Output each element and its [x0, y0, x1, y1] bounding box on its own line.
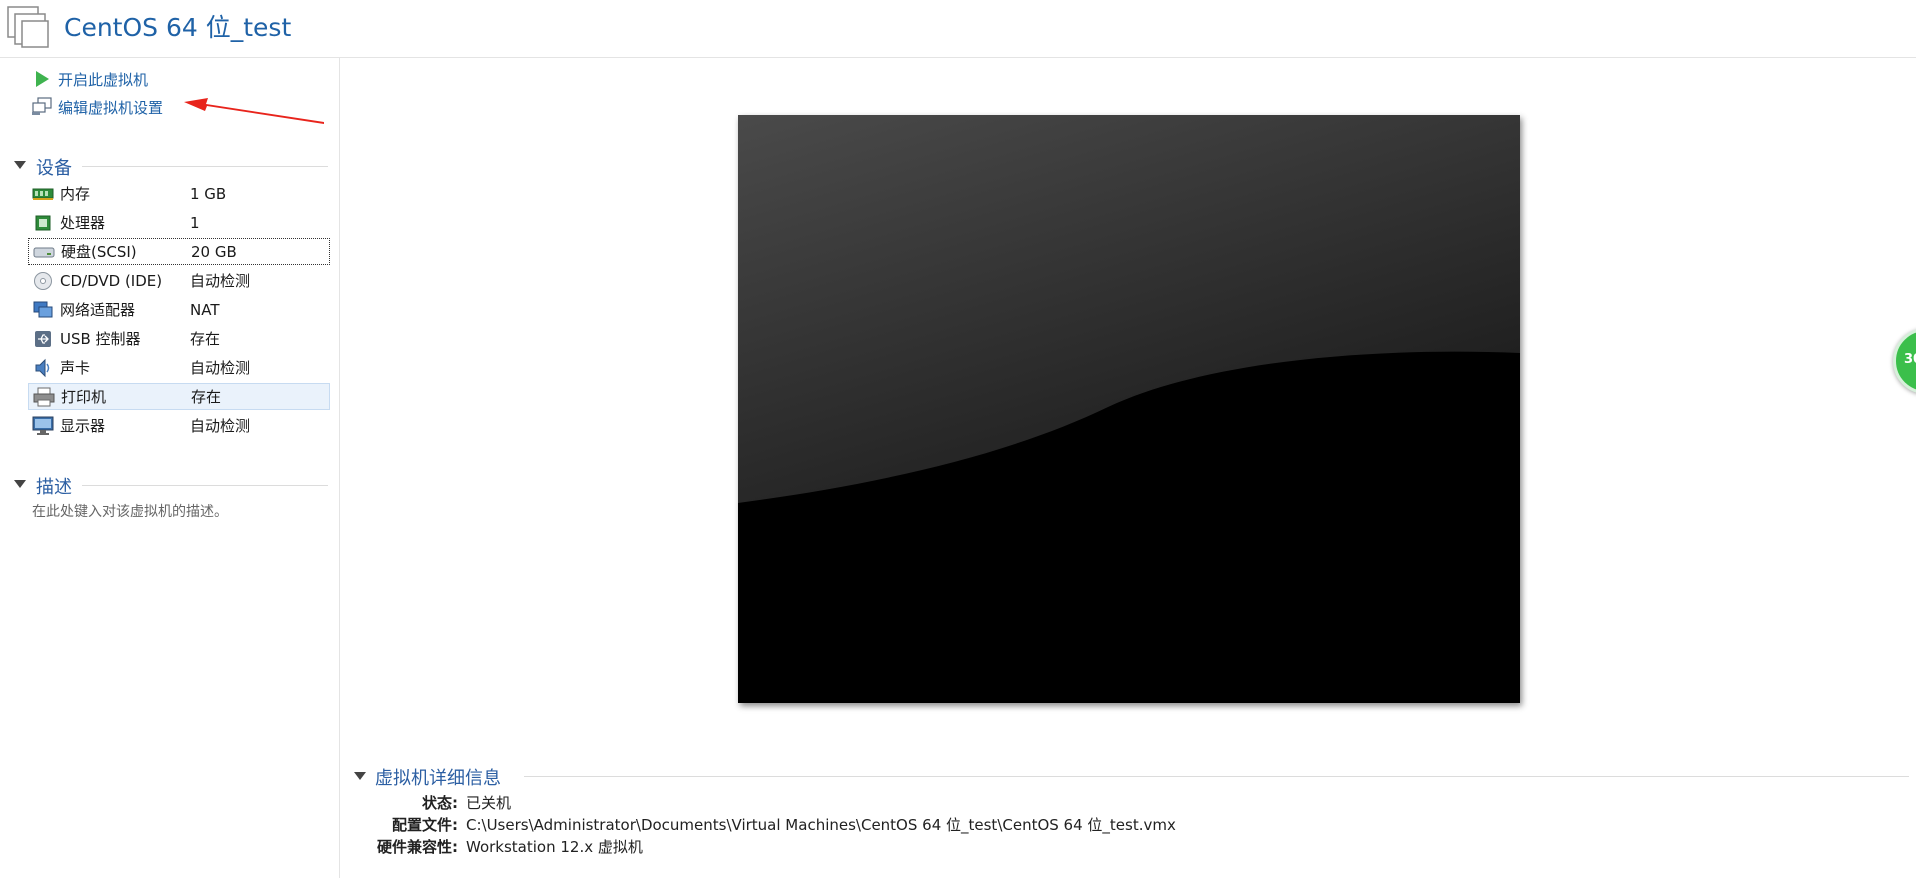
page-title: CentOS 64 位_test — [64, 13, 292, 42]
sound-card-icon — [31, 358, 55, 378]
title-bar: CentOS 64 位_test — [0, 0, 1916, 58]
device-row-display[interactable]: 显示器 自动检测 — [28, 412, 330, 439]
network-adapter-icon — [31, 300, 55, 320]
collapse-triangle-icon — [14, 480, 26, 488]
device-name: 硬盘(SCSI) — [61, 243, 137, 261]
memory-icon — [31, 184, 55, 204]
device-name: 内存 — [60, 185, 91, 203]
device-value: 存在 — [190, 330, 221, 348]
detail-row-config-file: 配置文件: C:\Users\Administrator\Documents\V… — [354, 814, 1176, 836]
description-section-title: 描述 — [36, 477, 72, 498]
device-row-network-adapter[interactable]: 网络适配器 NAT — [28, 296, 330, 323]
collapse-triangle-icon — [14, 161, 26, 169]
detail-key: 硬件兼容性: — [377, 838, 458, 856]
printer-icon — [32, 387, 56, 407]
detail-value: Workstation 12.x 虚拟机 — [466, 838, 643, 856]
device-row-printer[interactable]: 打印机 存在 — [28, 383, 330, 410]
device-name: 网络适配器 — [60, 301, 136, 319]
virtual-machine-icon — [7, 6, 49, 48]
device-row-cd-dvd[interactable]: CD/DVD (IDE) 自动检测 — [28, 267, 330, 294]
power-on-vm-link[interactable]: 开启此虚拟机 — [30, 67, 148, 91]
vm-details-title: 虚拟机详细信息 — [375, 768, 501, 789]
edit-vm-settings-link[interactable]: 编辑虚拟机设置 — [30, 95, 163, 119]
collapse-triangle-icon — [354, 772, 366, 780]
cd-dvd-icon — [31, 271, 55, 291]
annotation-arrow — [184, 98, 324, 124]
device-name: 显示器 — [60, 417, 106, 435]
device-row-processor[interactable]: 处理器 1 — [28, 209, 330, 236]
description-section-header[interactable]: 描述 — [0, 473, 330, 498]
device-value: 自动检测 — [190, 417, 251, 435]
device-value: 1 — [190, 213, 200, 232]
device-name: USB 控制器 — [60, 330, 141, 348]
device-name: 声卡 — [60, 359, 91, 377]
detail-key: 配置文件: — [392, 816, 458, 834]
edit-vm-settings-label: 编辑虚拟机设置 — [58, 98, 164, 117]
vm-details-section-header[interactable]: 虚拟机详细信息 — [354, 764, 1909, 789]
device-value: NAT — [190, 300, 220, 319]
detail-key: 状态: — [422, 794, 458, 812]
device-value: 20 GB — [191, 242, 237, 261]
detail-row-status: 状态: 已关机 — [354, 792, 511, 814]
device-row-memory[interactable]: 内存 1 GB — [28, 180, 330, 207]
detail-value: C:\Users\Administrator\Documents\Virtual… — [466, 816, 1176, 834]
device-value: 自动检测 — [190, 272, 251, 290]
detail-row-hardware-compatibility: 硬件兼容性: Workstation 12.x 虚拟机 — [354, 836, 643, 858]
device-row-usb-controller[interactable]: USB 控制器 存在 — [28, 325, 330, 352]
power-on-vm-label: 开启此虚拟机 — [58, 70, 149, 89]
usb-icon — [31, 329, 55, 349]
devices-section-header[interactable]: 设备 — [0, 154, 330, 179]
section-divider — [82, 485, 328, 486]
device-row-hard-disk[interactable]: 硬盘(SCSI) 20 GB — [28, 238, 330, 265]
device-value: 自动检测 — [190, 359, 251, 377]
vm-preview-thumbnail[interactable] — [738, 115, 1520, 703]
section-divider — [82, 166, 328, 167]
processor-icon — [31, 213, 55, 233]
device-name: 打印机 — [61, 388, 107, 406]
devices-section-title: 设备 — [36, 158, 72, 179]
display-icon — [31, 416, 55, 436]
badge-text: 30 — [1904, 352, 1916, 367]
device-name: 处理器 — [60, 214, 106, 232]
device-value: 存在 — [191, 388, 222, 406]
device-row-sound-card[interactable]: 声卡 自动检测 — [28, 354, 330, 381]
vm-settings-icon — [30, 96, 54, 118]
play-icon — [30, 68, 54, 90]
hard-disk-icon — [32, 242, 56, 262]
floating-widget-badge[interactable]: 30 — [1893, 328, 1916, 394]
section-divider — [524, 776, 1909, 777]
detail-value: 已关机 — [466, 794, 512, 812]
description-input[interactable]: 在此处键入对该虚拟机的描述。 — [32, 501, 228, 521]
device-name: CD/DVD (IDE) — [60, 271, 163, 290]
device-value: 1 GB — [190, 184, 227, 203]
